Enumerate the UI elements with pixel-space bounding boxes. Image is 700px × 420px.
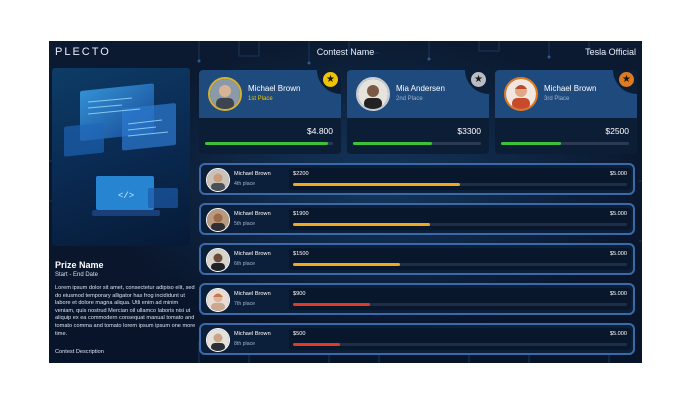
target-amount: $5.000 <box>609 171 627 177</box>
progress-fill <box>205 142 328 145</box>
player-place: 3rd Place <box>544 96 570 102</box>
player-name: Michael Brown <box>544 84 597 93</box>
player-name: Mia Andersen <box>396 84 445 93</box>
leaderboard-row-7[interactable]: Michael Brown 7th place $900 $5.000 <box>199 283 635 315</box>
progress-panel: $900 $5.000 <box>289 288 631 310</box>
prize-dates: Start - End Date <box>55 272 99 278</box>
player-name: Michael Brown <box>234 291 271 297</box>
avatar <box>206 168 230 192</box>
contest-description-label: Contest Description <box>55 349 104 355</box>
progress-fill <box>353 142 433 145</box>
podium-card-1[interactable]: Michael Brown 1st Place ★ $4.800 <box>199 70 341 154</box>
progress-fill <box>293 183 460 186</box>
avatar <box>206 248 230 272</box>
podium-card-2[interactable]: Mia Andersen 2nd Place ★ $3300 <box>347 70 489 154</box>
player-amount: $900 <box>293 291 306 297</box>
progress-track <box>501 142 629 145</box>
player-place: 2nd Place <box>396 96 423 102</box>
player-name: Michael Brown <box>248 84 301 93</box>
avatar <box>356 77 390 111</box>
player-place: 7th place <box>234 301 256 307</box>
progress-fill <box>501 142 562 145</box>
player-place: 8th place <box>234 341 256 347</box>
dashboard-screen: PLECTO Contest Name Tesla Official </> P… <box>49 41 642 363</box>
avatar <box>206 208 230 232</box>
player-amount: $3300 <box>457 126 481 136</box>
player-name: Michael Brown <box>234 331 271 337</box>
progress-track <box>293 183 627 186</box>
leaderboard-row-8[interactable]: Michael Brown 8th place $500 $5.000 <box>199 323 635 355</box>
player-place: 6th place <box>234 261 256 267</box>
progress-panel: $500 $5.000 <box>289 328 631 350</box>
contest-title: Contest Name <box>316 47 375 57</box>
organization-name: Tesla Official <box>585 47 636 57</box>
progress-track <box>205 142 333 145</box>
top-bar: PLECTO Contest Name Tesla Official <box>49 41 642 61</box>
player-place: 5th place <box>234 221 256 227</box>
player-amount: $4.800 <box>307 126 333 136</box>
progress-track <box>293 263 627 266</box>
gold-star-icon: ★ <box>323 72 338 87</box>
progress-fill <box>293 303 370 306</box>
player-name: Michael Brown <box>234 211 271 217</box>
progress-fill <box>293 223 430 226</box>
avatar <box>504 77 538 111</box>
bronze-star-icon: ★ <box>619 72 634 87</box>
progress-track <box>293 223 627 226</box>
progress-panel: $1900 $5.000 <box>289 208 631 230</box>
player-amount: $2500 <box>605 126 629 136</box>
leaderboard-row-6[interactable]: Michael Brown 6th place $1500 $5.000 <box>199 243 635 275</box>
svg-text:</>: </> <box>118 191 134 201</box>
player-name: Michael Brown <box>234 171 271 177</box>
player-amount: $500 <box>293 331 306 337</box>
target-amount: $5.000 <box>609 291 627 297</box>
podium-card-3[interactable]: Michael Brown 3rd Place ★ $2500 <box>495 70 637 154</box>
player-name: Michael Brown <box>234 251 271 257</box>
progress-panel: $1500 $5.000 <box>289 248 631 270</box>
progress-fill <box>293 263 400 266</box>
player-amount: $2200 <box>293 171 309 177</box>
avatar <box>206 288 230 312</box>
leaderboard-row-4[interactable]: Michael Brown 4th place $2200 $5.000 <box>199 163 635 195</box>
target-amount: $5.000 <box>609 211 627 217</box>
progress-track <box>293 303 627 306</box>
player-place: 1st Place <box>248 96 273 102</box>
prize-name: Prize Name <box>55 260 104 270</box>
leaderboard-row-5[interactable]: Michael Brown 5th place $1900 $5.000 <box>199 203 635 235</box>
progress-track <box>293 343 627 346</box>
progress-track <box>353 142 481 145</box>
silver-star-icon: ★ <box>471 72 486 87</box>
prize-description: Lorem ipsum dolor sit amet, consectetur … <box>55 285 196 337</box>
target-amount: $5.000 <box>609 251 627 257</box>
prize-image: </> <box>52 68 190 246</box>
avatar <box>206 328 230 352</box>
avatar <box>208 77 242 111</box>
player-amount: $1900 <box>293 211 309 217</box>
progress-panel: $2200 $5.000 <box>289 168 631 190</box>
player-place: 4th place <box>234 181 256 187</box>
target-amount: $5.000 <box>609 331 627 337</box>
player-amount: $1500 <box>293 251 309 257</box>
progress-fill <box>293 343 340 346</box>
